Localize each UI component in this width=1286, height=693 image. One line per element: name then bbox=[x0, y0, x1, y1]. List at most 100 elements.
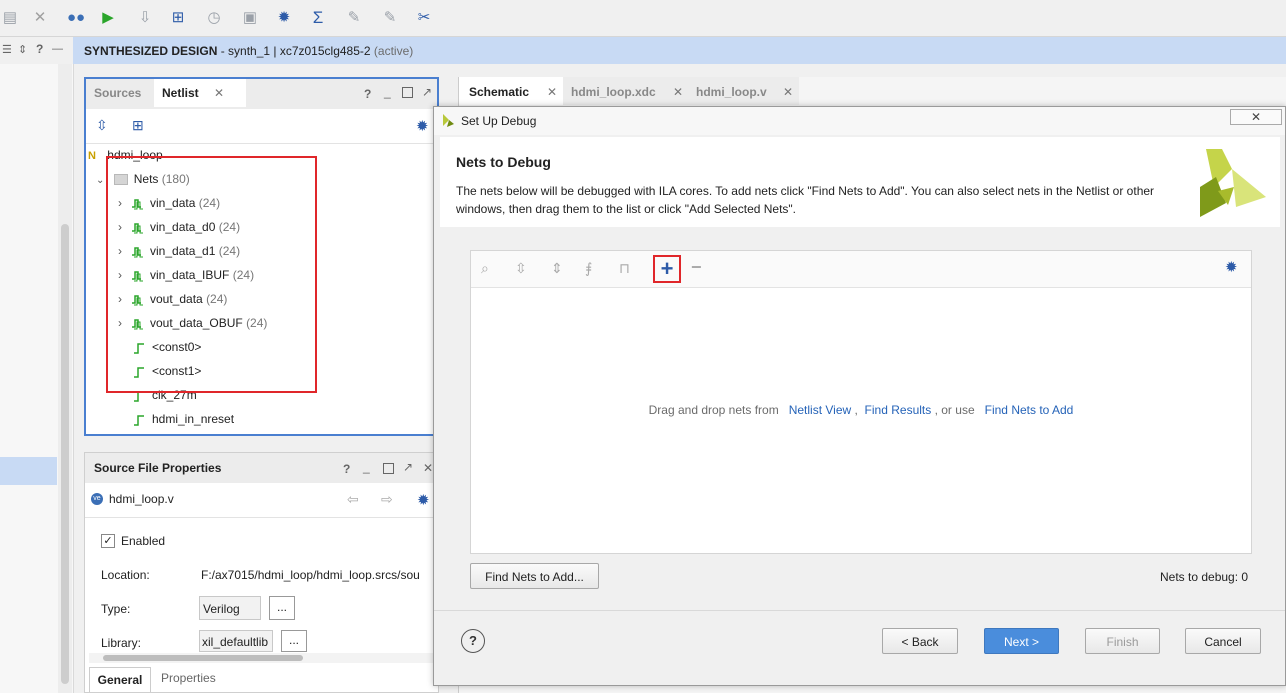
minimize-icon[interactable]: _ bbox=[363, 460, 370, 474]
nets-list-toolbar: ⌕ ⇳ ⇕ ⨎ ⊓ + − ✹ bbox=[471, 251, 1251, 288]
flow-nav-scrollbar[interactable] bbox=[58, 64, 72, 693]
tab-xdc[interactable]: hdmi_loop.xdc bbox=[571, 85, 656, 99]
collapse-icon[interactable]: ☰ bbox=[2, 43, 12, 56]
timer-icon[interactable]: ◷ bbox=[204, 8, 224, 28]
location-value: F:/ax7015/hdmi_loop/hdmi_loop.srcs/sou bbox=[201, 568, 420, 582]
design-title: SYNTHESIZED DESIGN - synth_1 | xc7z015cl… bbox=[84, 44, 414, 58]
dialog-description: The nets below will be debugged with ILA… bbox=[456, 184, 1155, 216]
close-icon[interactable]: ✕ bbox=[30, 8, 50, 28]
tab-schematic[interactable]: Schematic ✕ bbox=[459, 77, 563, 105]
panel-title: Source File Properties bbox=[94, 461, 222, 475]
next-button[interactable]: Next > bbox=[984, 628, 1059, 654]
wand-icon[interactable]: ✂ bbox=[414, 8, 434, 28]
module-icon: N bbox=[88, 150, 96, 162]
add-net-icon[interactable]: + bbox=[653, 255, 681, 283]
flow-nav-selected[interactable] bbox=[0, 457, 57, 485]
flow-navigator bbox=[0, 64, 74, 693]
help-icon[interactable]: ? bbox=[343, 462, 350, 476]
help-icon[interactable]: ? bbox=[36, 42, 43, 56]
binoculars-icon[interactable]: ●● bbox=[66, 8, 86, 28]
enabled-checkbox[interactable]: ✓ bbox=[101, 534, 115, 548]
main-toolbar: ▤ ✕ ●● ▶ ⇩ ⊞ ◷ ▣ ✹ Σ ✎ ✎ ✂ bbox=[0, 0, 1286, 37]
help-icon[interactable]: ? bbox=[364, 87, 371, 101]
drop-hint: Drag and drop nets from Netlist View , F… bbox=[471, 403, 1251, 417]
gear-icon[interactable]: ✹ bbox=[274, 8, 294, 28]
run-icon[interactable]: ▶ bbox=[98, 8, 118, 28]
tab-properties[interactable]: Properties bbox=[161, 671, 216, 685]
collapse-all-icon[interactable]: ⇳ bbox=[96, 117, 108, 134]
search-icon[interactable]: ⌕ bbox=[481, 260, 489, 277]
properties-header: Source File Properties ? _ ↗ ✕ bbox=[85, 453, 438, 483]
dialog-header: Nets to Debug The nets below will be deb… bbox=[440, 137, 1280, 227]
help-button[interactable]: ? bbox=[461, 629, 485, 653]
save-constraints-icon[interactable]: ⊞ bbox=[168, 8, 188, 28]
close-tab-icon[interactable]: ✕ bbox=[673, 85, 683, 99]
expand-icon[interactable]: ⇕ bbox=[18, 43, 27, 56]
horizontal-scrollbar[interactable] bbox=[89, 653, 433, 663]
tab-sources[interactable]: Sources bbox=[86, 79, 149, 107]
gear-icon[interactable]: ✹ bbox=[1225, 258, 1238, 276]
gear-icon[interactable]: ✹ bbox=[417, 491, 430, 509]
maximize-icon[interactable] bbox=[402, 87, 413, 98]
tool-icon[interactable]: ✎ bbox=[344, 8, 364, 28]
netlist-tabbar: Sources Netlist ✕ ? _ ↗ bbox=[86, 79, 437, 109]
close-tab-icon[interactable]: ✕ bbox=[547, 77, 557, 107]
vivado-logo-icon bbox=[1200, 149, 1266, 217]
remove-net-icon[interactable]: − bbox=[691, 257, 702, 278]
tool2-icon[interactable]: ✎ bbox=[380, 8, 400, 28]
find-nets-link[interactable]: Find Nets to Add bbox=[985, 403, 1074, 417]
tab-general[interactable]: General bbox=[89, 667, 151, 692]
cancel-button[interactable]: Cancel bbox=[1185, 628, 1261, 654]
float-icon[interactable]: ↗ bbox=[403, 460, 413, 474]
net-name: hdmi_in_nreset bbox=[152, 412, 235, 426]
float-icon[interactable]: ↗ bbox=[422, 85, 432, 99]
drop-hint-text: Drag and drop nets from bbox=[648, 403, 779, 417]
flow-nav-header: ☰ ⇕ ? — bbox=[0, 37, 73, 64]
find-nets-button[interactable]: Find Nets to Add... bbox=[470, 563, 599, 589]
netlist-view-link[interactable]: Netlist View bbox=[789, 403, 851, 417]
maximize-icon[interactable] bbox=[383, 463, 394, 474]
tab-netlist[interactable]: Netlist ✕ bbox=[154, 79, 246, 107]
expand-all-icon[interactable]: ⊞ bbox=[132, 117, 144, 134]
location-label: Location: bbox=[101, 568, 150, 582]
verilog-file-icon: ve bbox=[91, 493, 103, 505]
back-button[interactable]: < Back bbox=[882, 628, 958, 654]
collapse-all-icon[interactable]: ⇳ bbox=[515, 260, 527, 277]
net-icon[interactable]: ⨎ bbox=[585, 260, 592, 277]
xilinx-logo-icon bbox=[443, 114, 454, 127]
copy-icon[interactable]: ▤ bbox=[0, 8, 20, 28]
finish-button[interactable]: Finish bbox=[1085, 628, 1160, 654]
gear-icon[interactable]: ✹ bbox=[416, 117, 429, 135]
minimize-icon[interactable]: _ bbox=[384, 85, 391, 99]
nets-list-panel: ⌕ ⇳ ⇕ ⨎ ⊓ + − ✹ Drag and drop nets from … bbox=[470, 250, 1252, 554]
close-tab-icon[interactable]: ✕ bbox=[214, 79, 224, 107]
find-results-link[interactable]: Find Results bbox=[865, 403, 932, 417]
type-field[interactable]: Verilog bbox=[199, 596, 261, 620]
library-browse-button[interactable]: ... bbox=[281, 630, 307, 652]
bus-icon[interactable]: ⊓ bbox=[619, 260, 630, 277]
library-label: Library: bbox=[101, 636, 142, 650]
file-name: hdmi_loop.v bbox=[109, 492, 174, 506]
net-row[interactable]: hdmi_in_nreset bbox=[132, 408, 234, 430]
drop-hint-sep: , bbox=[854, 403, 858, 417]
minimize-icon[interactable]: — bbox=[52, 43, 63, 55]
net-icon bbox=[132, 412, 152, 426]
library-field[interactable]: xil_defaultlib bbox=[199, 630, 273, 652]
clipboard-icon[interactable]: ▣ bbox=[240, 8, 260, 28]
source-properties-panel: Source File Properties ? _ ↗ ✕ ve hdmi_l… bbox=[84, 452, 439, 693]
expand-all-icon[interactable]: ⇕ bbox=[551, 260, 563, 277]
design-bar: SYNTHESIZED DESIGN - synth_1 | xc7z015cl… bbox=[0, 37, 1286, 64]
step-icon[interactable]: ⇩ bbox=[135, 8, 155, 28]
back-arrow-icon[interactable]: ⇦ bbox=[347, 491, 359, 508]
tab-verilog[interactable]: hdmi_loop.v bbox=[696, 85, 767, 99]
chevron-down-icon[interactable]: ⌄ bbox=[96, 175, 104, 186]
sigma-icon[interactable]: Σ bbox=[308, 8, 328, 28]
dialog-title: Set Up Debug bbox=[461, 114, 537, 128]
close-tab-icon[interactable]: ✕ bbox=[783, 85, 793, 99]
setup-debug-dialog: Set Up Debug ✕ Nets to Debug The nets be… bbox=[433, 106, 1286, 686]
forward-arrow-icon[interactable]: ⇨ bbox=[381, 491, 393, 508]
dialog-close-button[interactable]: ✕ bbox=[1230, 109, 1282, 125]
type-browse-button[interactable]: ... bbox=[269, 596, 295, 620]
close-icon[interactable]: ✕ bbox=[423, 461, 433, 475]
dialog-heading: Nets to Debug bbox=[456, 154, 551, 170]
